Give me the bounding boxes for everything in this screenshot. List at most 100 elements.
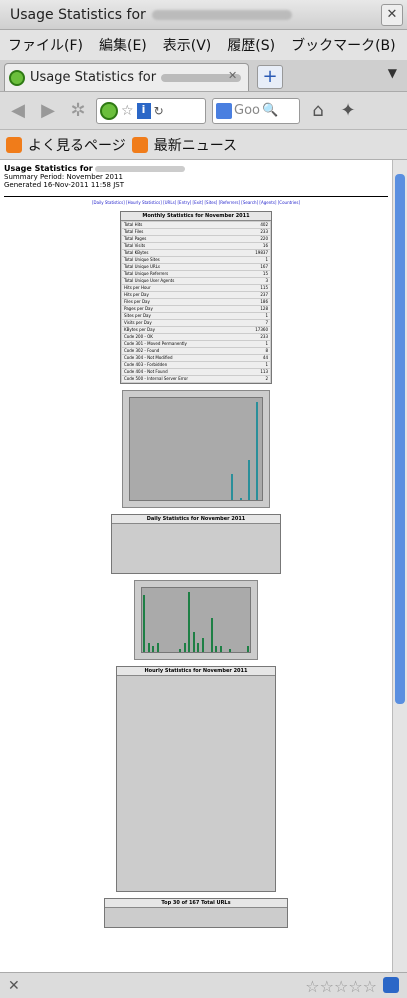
monthly-row-value: 233 (260, 334, 268, 339)
chart-bar (183, 643, 186, 652)
addon-bar-icon[interactable] (383, 977, 399, 993)
monthly-row-value: 1 (265, 257, 268, 262)
daily-stats-table: Daily Statistics for November 2011 (111, 514, 281, 574)
close-findbar-icon[interactable]: ✕ (8, 978, 20, 994)
monthly-row-label: Hits per Hour (124, 285, 151, 290)
monthly-row-label: Code 200 - OK (124, 334, 153, 339)
summary-period: Summary Period: November 2011 (4, 173, 123, 181)
monthly-stats-title: Monthly Statistics for November 2011 (121, 212, 271, 221)
monthly-row: Total Visits 16 (122, 243, 270, 249)
monthly-row-value: 7 (265, 320, 268, 325)
monthly-row: Code 304 - Not Modified 44 (122, 355, 270, 361)
chart-bar (143, 594, 146, 652)
page-title: Usage Statistics for (4, 164, 93, 173)
monthly-row-label: Total KBytes (124, 250, 149, 255)
tab-list-chevron-icon[interactable]: ▼ (388, 66, 397, 80)
rating-stars-icon[interactable]: ☆☆☆☆☆ (305, 977, 377, 996)
menu-view[interactable]: 表示(V) (155, 35, 220, 55)
menu-edit[interactable]: 編集(E) (91, 35, 155, 55)
menu-bookmarks[interactable]: ブックマーク(B) (283, 35, 404, 55)
search-icon[interactable]: 🔍 (262, 103, 278, 118)
monthly-row-label: Files per Day (124, 299, 150, 304)
monthly-row: Total Unique Sites 1 (122, 257, 270, 263)
section-links[interactable]: [Daily Statistics] [Hourly Statistics] [… (0, 200, 392, 205)
monthly-row-value: 167 (260, 264, 268, 269)
monthly-row-value: 15 (262, 271, 268, 276)
tab-usage-statistics[interactable]: Usage Statistics for ✕ (4, 63, 249, 91)
home-icon[interactable]: ⌂ (306, 99, 330, 123)
monthly-row-label: Total Visits (124, 243, 146, 248)
monthly-row-label: Total Pages (124, 236, 147, 241)
forward-button[interactable]: ▶ (36, 99, 60, 123)
monthly-row-label: Code 301 - Moved Permanently (124, 341, 187, 346)
status-bar: ✕ ☆☆☆☆☆ (0, 972, 407, 998)
bookmarks-toolbar: よく見るページ 最新ニュース (0, 130, 407, 160)
chart-bar (247, 460, 250, 500)
monthly-row: Total Hits 402 (122, 222, 270, 228)
daily-stats-title: Daily Statistics for November 2011 (112, 515, 280, 524)
monthly-row-label: Total Files (124, 229, 144, 234)
hourly-stats-title: Hourly Statistics for November 2011 (117, 667, 275, 676)
new-tab-button[interactable]: + (257, 65, 283, 89)
chart-bar (219, 646, 222, 652)
site-identity-icon (100, 101, 118, 120)
monthly-row: Total Unique URLs 167 (122, 264, 270, 270)
monthly-row-value: 113 (260, 369, 268, 374)
monthly-row: Code 500 - Internal Server Error 2 (122, 376, 270, 382)
monthly-row-value: 16 (262, 243, 268, 248)
monthly-row: Total Unique Referrers 15 (122, 271, 270, 277)
monthly-row-value: 186 (260, 299, 268, 304)
tab-bar: Usage Statistics for ✕ + ▼ (0, 60, 407, 92)
monthly-row-value: 44 (262, 355, 268, 360)
chart-bar (231, 473, 234, 500)
web-content: Usage Statistics for Summary Period: Nov… (0, 160, 392, 972)
monthly-row: Code 200 - OK 233 (122, 334, 270, 340)
window-titlebar: Usage Statistics for ✕ (0, 0, 407, 30)
info-icon[interactable]: i (136, 102, 151, 119)
monthly-row-label: Pages per Day (124, 306, 153, 311)
monthly-row: Visits per Day 7 (122, 320, 270, 326)
rss-icon-2 (131, 136, 148, 153)
monthly-row: Total Unique User Agents 3 (122, 278, 270, 284)
chart-bar (239, 497, 242, 500)
addon-icon[interactable]: ✦ (336, 99, 360, 123)
top-urls-table: Top 30 of 167 Total URLs (104, 898, 288, 928)
chart-bar (147, 643, 150, 652)
url-bar[interactable]: ☆ i ↻ (96, 97, 206, 124)
chart-bar (228, 649, 231, 652)
monthly-row-label: Total Unique Sites (124, 257, 160, 262)
monthly-row-label: Total Unique User Agents (124, 278, 175, 283)
monthly-row: Total Files 233 (122, 229, 270, 235)
monthly-row-value: 1 (265, 362, 268, 367)
window-title: Usage Statistics for (10, 6, 146, 23)
tab-label: Usage Statistics for (30, 70, 157, 85)
chart-bar (210, 617, 213, 652)
monthly-row: Hits per Hour 115 (122, 285, 270, 291)
monthly-row-value: 1 (265, 313, 268, 318)
search-engine-icon (216, 102, 232, 119)
scrollbar-thumb[interactable] (395, 174, 405, 704)
reload-icon[interactable]: ↻ (154, 104, 164, 118)
bookmark-latest-news[interactable]: 最新ニュース (154, 135, 237, 155)
menu-history[interactable]: 履歴(S) (219, 35, 283, 55)
close-window-button[interactable]: ✕ (381, 4, 403, 26)
chart-bar (256, 402, 259, 500)
vertical-scrollbar[interactable] (392, 160, 407, 972)
sync-icon[interactable]: ✲ (66, 99, 90, 123)
daily-usage-chart (122, 390, 270, 508)
chart-bar (179, 649, 182, 652)
bookmark-star-icon[interactable]: ☆ (121, 103, 134, 119)
bookmark-most-visited[interactable]: よく見るページ (28, 135, 126, 155)
search-input[interactable]: Goo 🔍 (212, 97, 300, 124)
monthly-row-value: 233 (260, 229, 268, 234)
close-tab-icon[interactable]: ✕ (228, 69, 242, 83)
top-urls-title: Top 30 of 167 Total URLs (105, 899, 287, 908)
back-button[interactable]: ◀ (6, 99, 30, 123)
menu-file[interactable]: ファイル(F) (0, 35, 91, 55)
hourly-chart-area (141, 587, 251, 653)
monthly-row-label: Visits per Day (124, 320, 152, 325)
monthly-row: Code 302 - Found 8 (122, 348, 270, 354)
chart-bar (188, 592, 191, 652)
chart-bar (152, 646, 155, 652)
search-placeholder: Goo (234, 103, 260, 118)
